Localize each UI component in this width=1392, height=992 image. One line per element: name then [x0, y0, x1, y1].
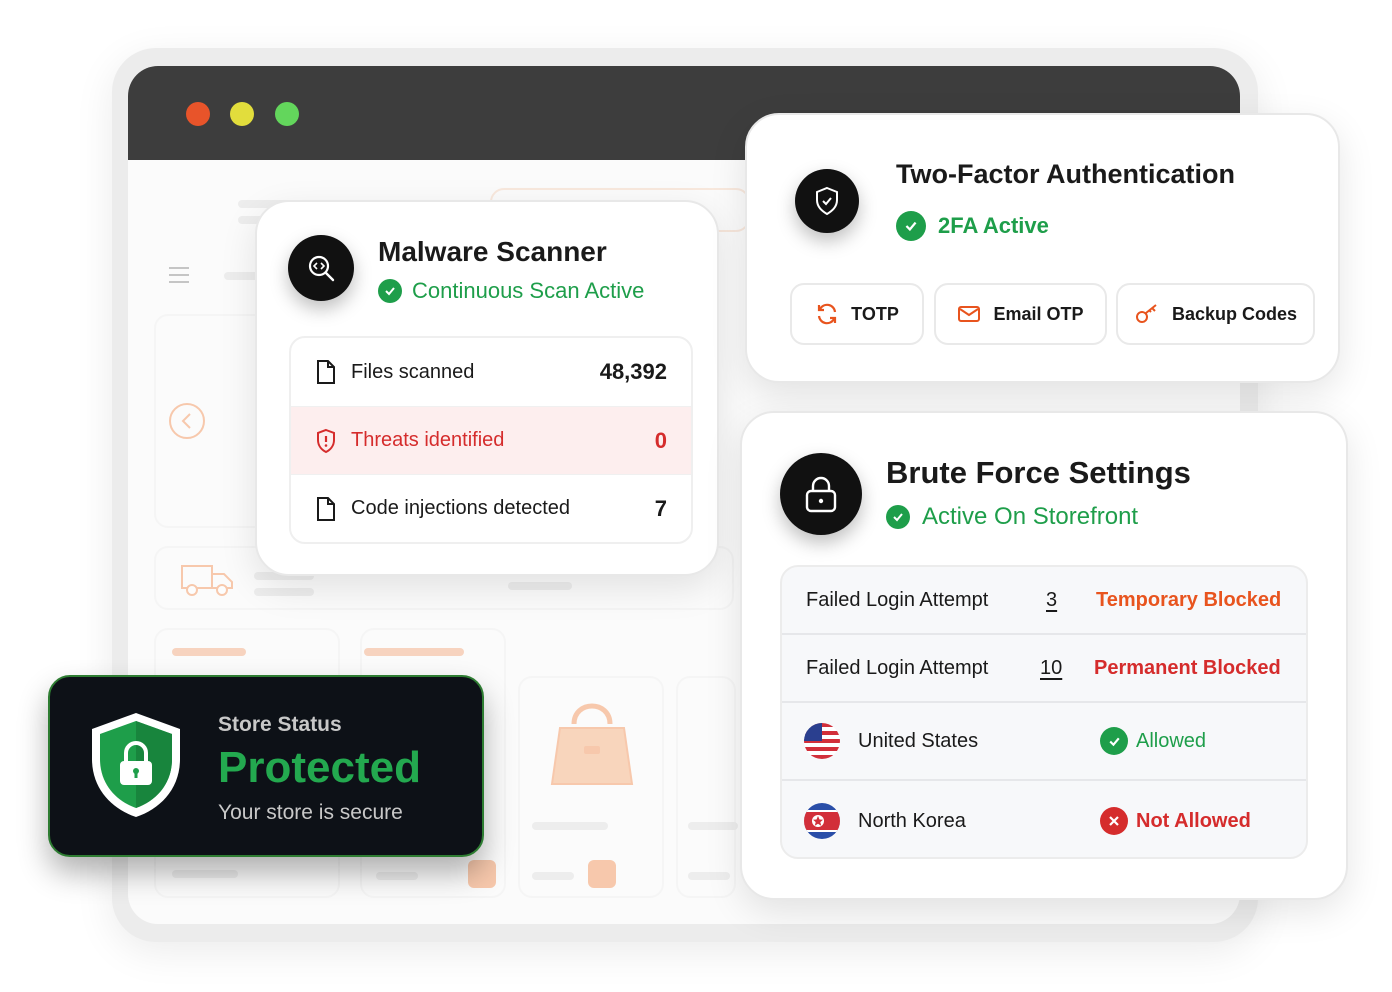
scan-row-threats: Threats identified 0 — [291, 406, 691, 474]
country-status: Allowed — [1100, 727, 1206, 755]
store-status-message: Your store is secure — [218, 801, 403, 824]
attempt-count[interactable]: 3 — [1046, 589, 1057, 612]
menu-icon — [169, 267, 189, 283]
backup-codes-label: Backup Codes — [1171, 303, 1298, 324]
malware-scanner-status-text: Continuous Scan Active — [412, 278, 645, 303]
attempt-result: Temporary Blocked — [1096, 588, 1282, 611]
brute-force-title: Brute Force Settings — [886, 455, 1191, 490]
scan-row-label: Threats identified — [351, 429, 505, 451]
store-status-card: Store Status Protected Your store is sec… — [48, 675, 484, 857]
country-name: United States — [858, 729, 979, 752]
two-factor-card: Two-Factor Authentication 2FA Active TOT… — [745, 113, 1340, 383]
file-icon — [317, 496, 335, 521]
scan-row-injections: Code injections detected 7 — [291, 474, 691, 542]
maximize-window-button[interactable] — [275, 102, 299, 126]
shield-check-icon — [795, 169, 859, 233]
country-row-us: United States Allowed — [782, 701, 1306, 779]
check-icon — [378, 279, 402, 303]
lock-icon — [780, 453, 862, 535]
country-status-text: Allowed — [1136, 729, 1207, 752]
attempt-result: Permanent Blocked — [1094, 656, 1281, 679]
shield-lock-icon — [92, 713, 180, 817]
scan-row-value: 48,392 — [599, 359, 667, 384]
x-circle-icon — [1100, 807, 1128, 835]
scan-row-label: Code injections detected — [351, 497, 571, 519]
country-row-north-korea: North Korea Not Allowed — [782, 779, 1306, 857]
close-window-button[interactable] — [186, 102, 210, 126]
truck-icon — [181, 565, 233, 596]
check-icon — [1100, 727, 1128, 755]
attempt-count[interactable]: 10 — [1040, 657, 1062, 680]
malware-scanner-status: Continuous Scan Active — [378, 278, 644, 304]
attempt-label: Failed Login Attempt — [806, 656, 989, 679]
refresh-icon — [818, 303, 837, 325]
scan-row-value: 7 — [654, 495, 667, 521]
scan-row-label: Files scanned — [351, 360, 475, 383]
totp-button[interactable]: TOTP — [790, 283, 924, 345]
search-code-icon — [288, 235, 354, 301]
store-status-state: Protected — [218, 743, 421, 792]
scan-row-files: Files scanned 48,392 — [291, 338, 691, 406]
email-otp-label: Email OTP — [993, 303, 1084, 324]
country-status-text: Not Allowed — [1136, 809, 1251, 832]
brute-force-table: Failed Login Attempt 3 Temporary Blocked… — [780, 565, 1308, 859]
attempt-row-permanent: Failed Login Attempt 10 Permanent Blocke… — [782, 633, 1306, 701]
shield-alert-icon — [317, 428, 335, 453]
mail-icon — [958, 306, 981, 322]
backup-codes-button[interactable]: Backup Codes — [1116, 283, 1315, 345]
brute-force-status-text: Active On Storefront — [922, 503, 1139, 530]
country-name: North Korea — [858, 809, 966, 832]
totp-label: TOTP — [851, 303, 899, 324]
file-icon — [317, 360, 335, 384]
malware-scanner-card: Malware Scanner Continuous Scan Active F… — [255, 200, 719, 576]
key-icon — [1135, 304, 1157, 323]
scan-row-value: 0 — [654, 427, 667, 453]
two-factor-status: 2FA Active — [896, 211, 1049, 241]
chevron-left-icon — [169, 403, 205, 439]
check-icon — [886, 505, 910, 529]
malware-scanner-title: Malware Scanner — [378, 236, 607, 267]
brute-force-status: Active On Storefront — [886, 503, 1138, 531]
brute-force-card: Brute Force Settings Active On Storefron… — [740, 411, 1348, 900]
us-flag-icon — [804, 723, 840, 759]
two-factor-status-text: 2FA Active — [938, 213, 1049, 238]
email-otp-button[interactable]: Email OTP — [934, 283, 1107, 345]
country-status: Not Allowed — [1100, 807, 1251, 835]
scan-results-table: Files scanned 48,392 Threats identified … — [289, 336, 693, 544]
north-korea-flag-icon — [804, 803, 840, 839]
attempt-row-temporary: Failed Login Attempt 3 Temporary Blocked — [782, 567, 1306, 633]
handbag-icon — [550, 703, 634, 785]
two-factor-title: Two-Factor Authentication — [896, 159, 1235, 189]
minimize-window-button[interactable] — [230, 102, 254, 126]
check-icon — [896, 211, 926, 241]
attempt-label: Failed Login Attempt — [806, 588, 989, 611]
store-status-label: Store Status — [218, 713, 342, 736]
